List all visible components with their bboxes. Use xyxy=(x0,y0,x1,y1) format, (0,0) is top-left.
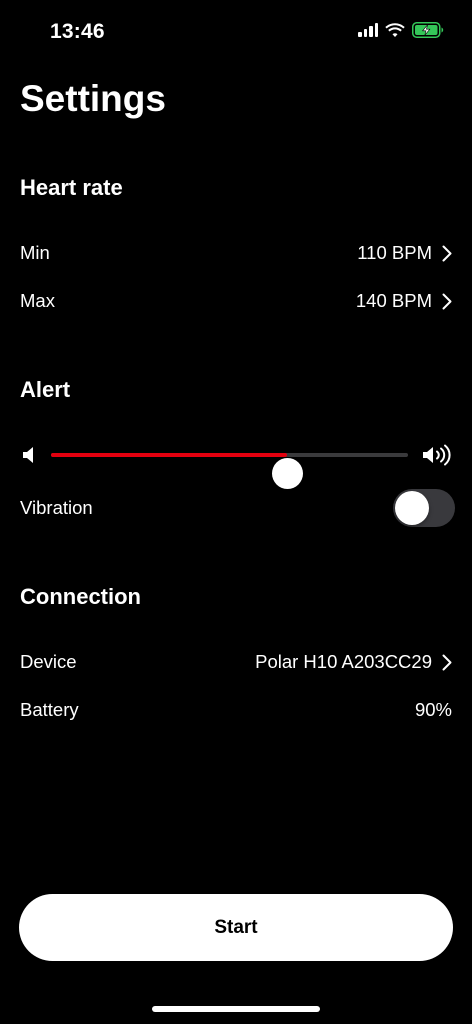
vibration-toggle[interactable] xyxy=(393,489,455,527)
chevron-right-icon xyxy=(442,654,452,670)
volume-low-icon xyxy=(23,447,33,463)
heart-rate-max-value-group: 140 BPM xyxy=(356,290,452,312)
volume-slider-fill xyxy=(51,453,287,457)
home-indicator xyxy=(152,1006,320,1012)
battery-row: Battery 90% xyxy=(20,695,452,725)
cellular-signal-icon xyxy=(358,23,378,37)
volume-high-icon xyxy=(423,444,451,466)
device-label: Device xyxy=(20,651,77,672)
battery-charging-icon xyxy=(412,22,444,38)
vibration-label: Vibration xyxy=(20,497,93,518)
start-button[interactable]: Start xyxy=(19,894,453,961)
wifi-icon xyxy=(385,22,405,37)
heart-rate-min-label: Min xyxy=(20,242,50,263)
status-time: 13:46 xyxy=(50,20,105,43)
heart-rate-min-value: 110 BPM xyxy=(357,242,432,263)
heart-rate-min-row[interactable]: Min 110 BPM xyxy=(20,238,452,268)
device-value: Polar H10 A203CC29 xyxy=(255,651,432,672)
volume-slider-track[interactable] xyxy=(51,453,408,489)
vibration-toggle-knob xyxy=(395,491,429,525)
page-title: Settings xyxy=(20,78,166,119)
device-row[interactable]: Device Polar H10 A203CC29 xyxy=(20,647,452,677)
heart-rate-min-value-group: 110 BPM xyxy=(357,242,452,264)
connection-section-title: Connection xyxy=(20,584,141,609)
heart-rate-max-row[interactable]: Max 140 BPM xyxy=(20,286,452,316)
alert-section-title: Alert xyxy=(20,377,71,402)
device-value-group: Polar H10 A203CC29 xyxy=(255,651,452,673)
chevron-right-icon xyxy=(442,245,452,261)
volume-slider-thumb[interactable] xyxy=(271,458,303,489)
volume-slider[interactable] xyxy=(20,435,452,489)
status-bar: 13:46 xyxy=(0,0,472,60)
battery-value: 90% xyxy=(414,699,452,720)
battery-label: Battery xyxy=(20,699,79,720)
heart-rate-section-title: Heart rate xyxy=(20,175,123,200)
heart-rate-max-label: Max xyxy=(20,290,55,311)
vibration-row: Vibration xyxy=(20,493,452,523)
heart-rate-max-value: 140 BPM xyxy=(355,290,432,311)
chevron-right-icon xyxy=(442,293,452,309)
status-icons xyxy=(358,22,444,38)
